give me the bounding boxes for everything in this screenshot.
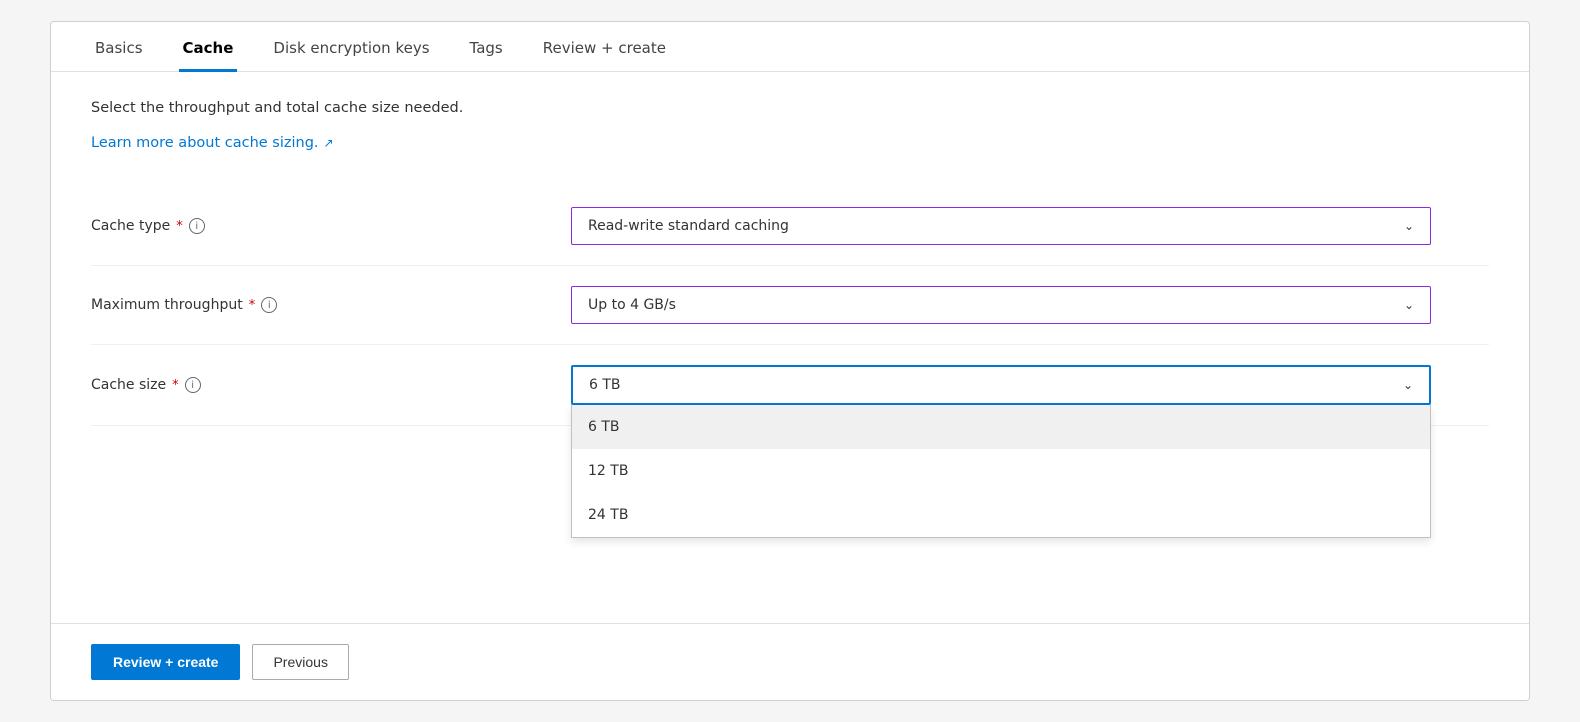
max-throughput-row: Maximum throughput * i Up to 4 GB/s ⌄ bbox=[91, 266, 1489, 345]
cache-type-value: Read-write standard caching bbox=[588, 218, 789, 234]
tab-basics[interactable]: Basics bbox=[91, 23, 147, 72]
cache-size-required: * bbox=[172, 378, 179, 393]
max-throughput-control: Up to 4 GB/s ⌄ bbox=[571, 286, 1431, 324]
cache-size-option-24tb[interactable]: 24 TB bbox=[572, 493, 1430, 537]
max-throughput-value: Up to 4 GB/s bbox=[588, 297, 676, 313]
footer: Review + create Previous bbox=[51, 623, 1529, 700]
max-throughput-info-icon[interactable]: i bbox=[261, 297, 277, 313]
cache-size-label: Cache size * i bbox=[91, 377, 571, 393]
page-content: Select the throughput and total cache si… bbox=[51, 72, 1529, 626]
external-link-icon: ↗ bbox=[324, 136, 334, 150]
cache-size-dropdown[interactable]: 6 TB ⌄ bbox=[571, 365, 1431, 405]
tab-tags[interactable]: Tags bbox=[466, 23, 507, 72]
cache-type-control: Read-write standard caching ⌄ bbox=[571, 207, 1431, 245]
cache-type-dropdown[interactable]: Read-write standard caching ⌄ bbox=[571, 207, 1431, 245]
cache-size-menu: 6 TB 12 TB 24 TB bbox=[571, 405, 1431, 538]
cache-type-label-text: Cache type bbox=[91, 218, 170, 234]
max-throughput-dropdown[interactable]: Up to 4 GB/s ⌄ bbox=[571, 286, 1431, 324]
cache-size-value: 6 TB bbox=[589, 377, 621, 393]
cache-size-label-text: Cache size bbox=[91, 377, 166, 393]
page-description: Select the throughput and total cache si… bbox=[91, 100, 1489, 116]
cache-type-label: Cache type * i bbox=[91, 218, 571, 234]
main-window: Basics Cache Disk encryption keys Tags R… bbox=[50, 21, 1530, 701]
cache-size-control: 6 TB ⌄ 6 TB 12 TB 24 TB bbox=[571, 365, 1431, 405]
form-section: Cache type * i Read-write standard cachi… bbox=[91, 187, 1489, 626]
max-throughput-required: * bbox=[249, 298, 256, 313]
cache-type-info-icon[interactable]: i bbox=[189, 218, 205, 234]
max-throughput-chevron: ⌄ bbox=[1404, 298, 1414, 312]
cache-type-chevron: ⌄ bbox=[1404, 219, 1414, 233]
tab-disk-encryption[interactable]: Disk encryption keys bbox=[269, 23, 433, 72]
tab-review-create[interactable]: Review + create bbox=[539, 23, 670, 72]
review-create-button[interactable]: Review + create bbox=[91, 644, 240, 680]
cache-size-chevron: ⌄ bbox=[1403, 378, 1413, 392]
cache-type-row: Cache type * i Read-write standard cachi… bbox=[91, 187, 1489, 266]
learn-more-link[interactable]: Learn more about cache sizing. ↗ bbox=[91, 135, 334, 151]
cache-size-option-6tb[interactable]: 6 TB bbox=[572, 405, 1430, 449]
cache-size-option-12tb[interactable]: 12 TB bbox=[572, 449, 1430, 493]
learn-more-text: Learn more about cache sizing. bbox=[91, 135, 319, 151]
max-throughput-label-text: Maximum throughput bbox=[91, 297, 243, 313]
cache-size-row: Cache size * i 6 TB ⌄ 6 TB 12 TB 24 TB bbox=[91, 345, 1489, 426]
max-throughput-label: Maximum throughput * i bbox=[91, 297, 571, 313]
cache-size-info-icon[interactable]: i bbox=[185, 377, 201, 393]
cache-type-required: * bbox=[176, 219, 183, 234]
previous-button[interactable]: Previous bbox=[252, 644, 348, 680]
tab-cache[interactable]: Cache bbox=[179, 23, 238, 72]
tab-bar: Basics Cache Disk encryption keys Tags R… bbox=[51, 22, 1529, 72]
